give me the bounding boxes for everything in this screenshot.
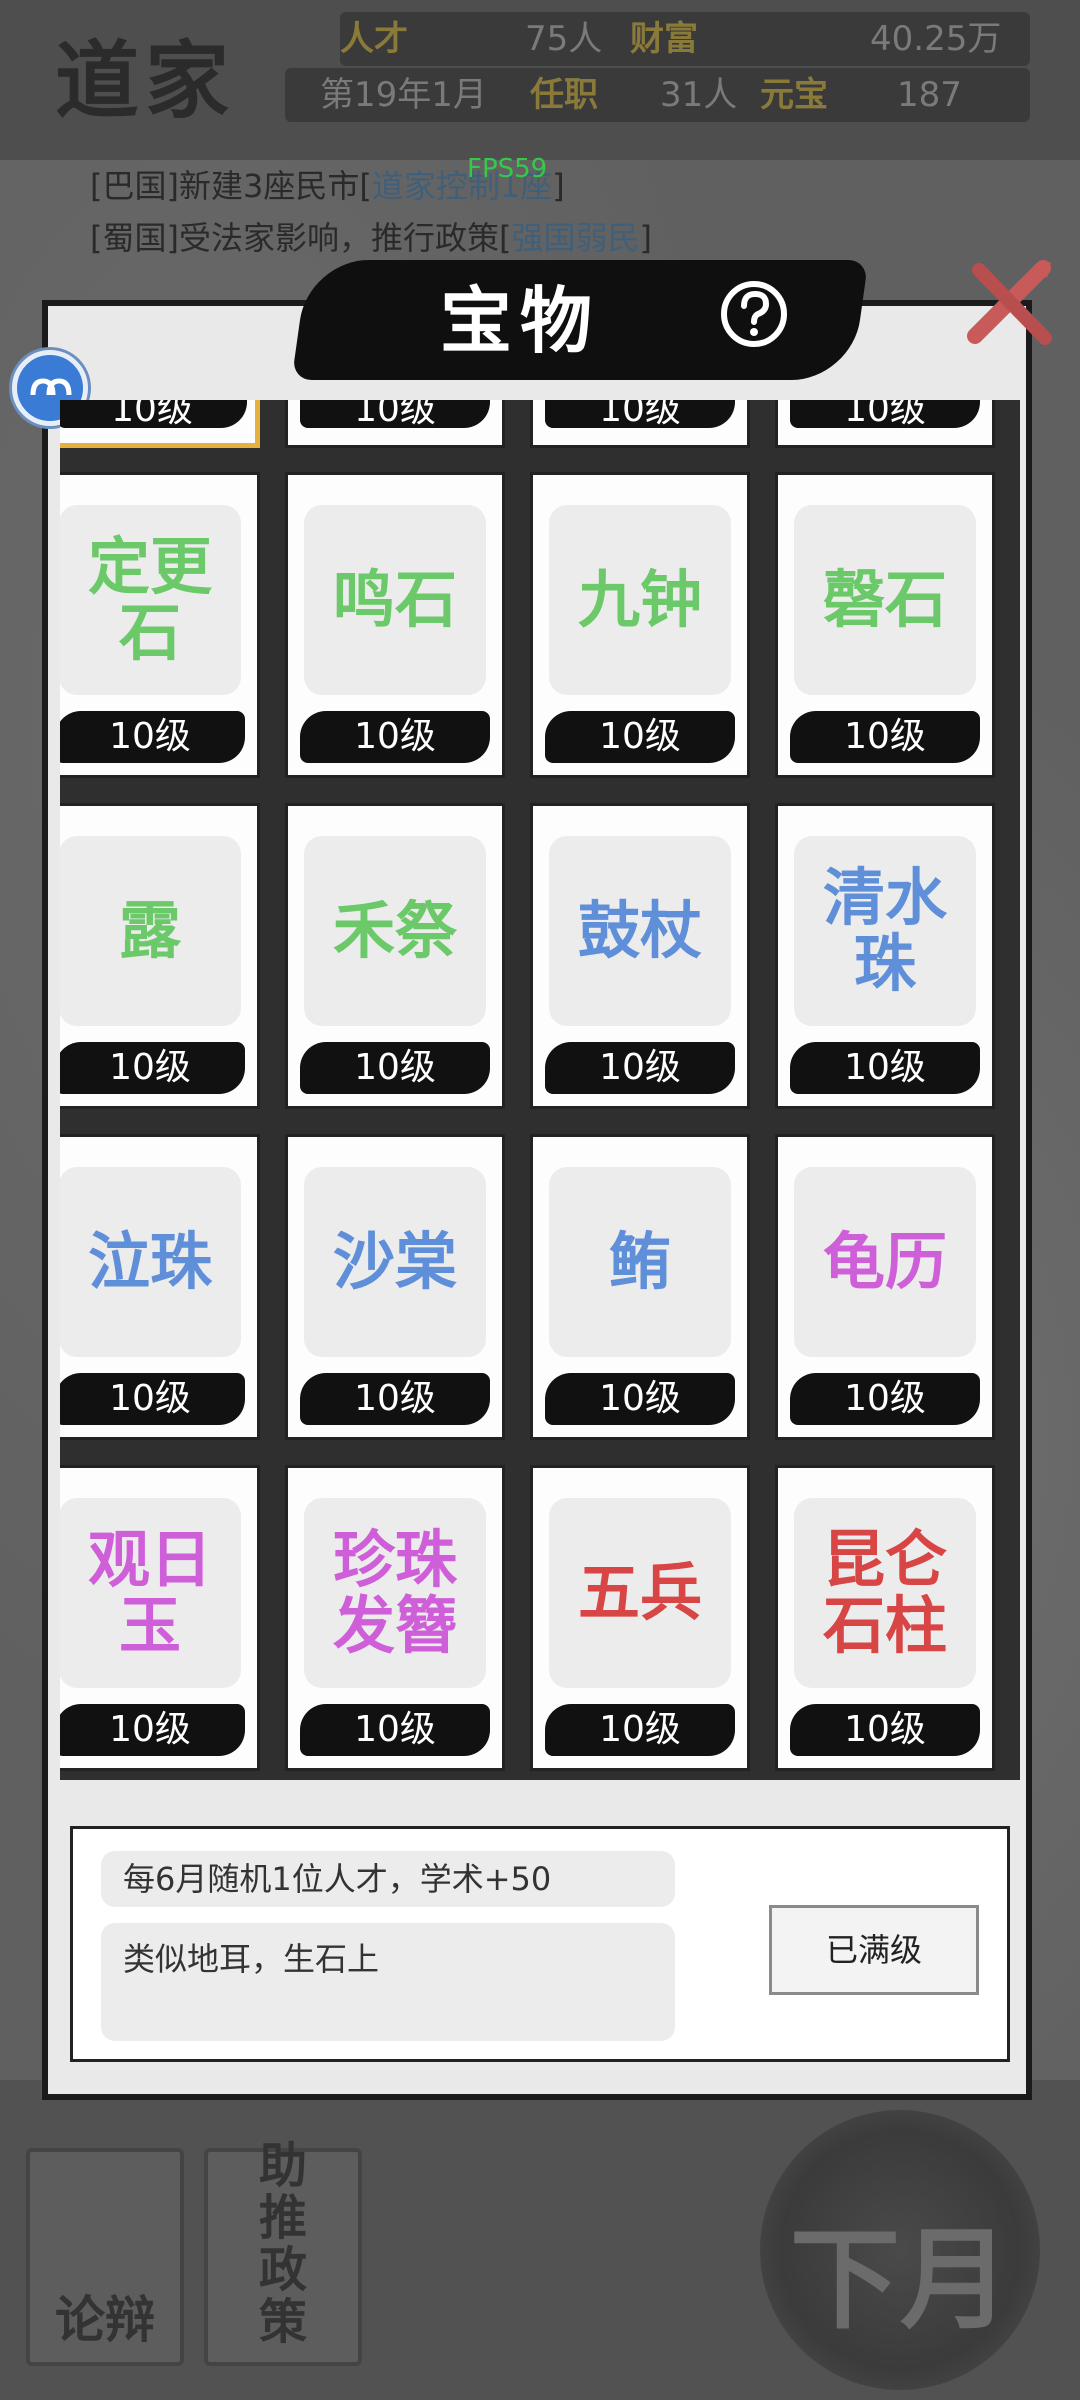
treasure-card[interactable]: 观日玉 10级 — [60, 1465, 260, 1771]
wealth-label: 财富 — [630, 19, 698, 59]
treasure-level: 10级 — [300, 400, 490, 428]
news-feed: [巴国]新建3座民市[道家控制1座] [蜀国]受法家影响，推行政策[强国弱民] — [90, 160, 1070, 264]
treasure-name: 昆仑石柱 — [794, 1498, 976, 1688]
treasure-card[interactable]: 清水珠 10级 — [775, 803, 995, 1109]
treasure-card[interactable]: 泣珠 10级 — [60, 1134, 260, 1440]
treasure-level: 10级 — [300, 711, 490, 763]
treasure-name: 鼓杖 — [549, 836, 731, 1026]
treasure-card[interactable]: 龟历 10级 — [775, 1134, 995, 1440]
max-level-button[interactable]: 已满级 — [769, 1905, 979, 1995]
next-month-button[interactable]: 下月 — [760, 2110, 1040, 2390]
ingot-label: 元宝 — [760, 75, 828, 115]
talent-label: 人才 — [340, 19, 408, 59]
treasure-level: 10级 — [790, 711, 980, 763]
treasure-name: 鸣石 — [304, 505, 486, 695]
talent-value: 75人 — [525, 19, 603, 59]
treasure-card[interactable]: 沙棠 10级 — [285, 1134, 505, 1440]
office-label: 任职 — [530, 75, 598, 115]
treasure-name: 露 — [60, 836, 241, 1026]
treasure-card[interactable]: 九钟 10级 — [530, 472, 750, 778]
treasure-name: 磬石 — [794, 505, 976, 695]
treasure-level: 10级 — [300, 1042, 490, 1094]
treasure-name: 禾祭 — [304, 836, 486, 1026]
news-item: [蜀国]受法家影响，推行政策[强国弱民] — [90, 219, 652, 257]
top-status-bar: 道家 人才 75人 财富 40.25万 第19年1月 任职 31人 元宝 187 — [0, 0, 1080, 160]
treasure-name: 定更石 — [60, 505, 241, 695]
treasure-name: 龟历 — [794, 1167, 976, 1357]
treasure-level: 10级 — [300, 1373, 490, 1425]
treasure-level: 10级 — [790, 1042, 980, 1094]
treasure-description: 类似地耳，生石上 — [101, 1923, 675, 2041]
treasure-level: 10级 — [60, 1704, 245, 1756]
ingot-value: 187 — [897, 75, 962, 115]
treasure-card[interactable]: 定更石 10级 — [60, 472, 260, 778]
treasure-level: 10级 — [790, 400, 980, 428]
treasure-name: 珍珠发簪 — [304, 1498, 486, 1688]
treasure-card[interactable]: 鼓杖 10级 — [530, 803, 750, 1109]
treasure-card[interactable]: 10级 — [60, 400, 260, 448]
treasure-card[interactable]: 珍珠发簪 10级 — [285, 1465, 505, 1771]
treasure-name: 沙棠 — [304, 1167, 486, 1357]
treasure-card[interactable]: 昆仑石柱 10级 — [775, 1465, 995, 1771]
policy-button[interactable]: 助推政策 — [204, 2140, 362, 2366]
help-icon[interactable] — [718, 278, 790, 350]
treasure-level: 10级 — [60, 400, 247, 428]
treasure-card[interactable]: 五兵 10级 — [530, 1465, 750, 1771]
news-item: [巴国]新建3座民市[道家控制1座] — [90, 167, 565, 205]
stat-row-1: 人才 75人 财富 40.25万 — [340, 12, 1030, 66]
office-value: 31人 — [660, 75, 738, 115]
treasure-level: 10级 — [545, 711, 735, 763]
treasure-card[interactable]: 磬石 10级 — [775, 472, 995, 778]
treasure-card[interactable]: 露 10级 — [60, 803, 260, 1109]
treasure-level: 10级 — [545, 400, 735, 428]
treasure-level: 10级 — [60, 1042, 245, 1094]
treasure-level: 10级 — [790, 1373, 980, 1425]
treasure-info-panel: 每6月随机1位人才，学术+50 类似地耳，生石上 已满级 — [70, 1826, 1010, 2062]
treasure-card[interactable]: 10级 — [285, 400, 505, 448]
treasure-name: 九钟 — [549, 505, 731, 695]
treasure-level: 10级 — [790, 1704, 980, 1756]
dialog-title: 宝物 — [440, 278, 601, 363]
treasure-name: 泣珠 — [60, 1167, 241, 1357]
treasure-level: 10级 — [545, 1704, 735, 1756]
treasure-name: 观日玉 — [60, 1498, 241, 1688]
treasure-name: 清水珠 — [794, 836, 976, 1026]
treasure-level: 10级 — [545, 1373, 735, 1425]
treasure-level: 10级 — [60, 711, 245, 763]
stat-row-2: 第19年1月 任职 31人 元宝 187 — [285, 68, 1030, 122]
treasure-card[interactable]: 鲔 10级 — [530, 1134, 750, 1440]
treasure-level: 10级 — [545, 1042, 735, 1094]
treasure-card[interactable]: 鸣石 10级 — [285, 472, 505, 778]
treasure-name: 五兵 — [549, 1498, 731, 1688]
faction-name: 道家 — [55, 31, 236, 130]
wealth-value: 40.25万 — [870, 19, 1002, 59]
treasure-effect: 每6月随机1位人才，学术+50 — [101, 1851, 675, 1907]
treasure-level: 10级 — [300, 1704, 490, 1756]
treasure-grid: 10级 10级 10级 10级 定更石 10级 鸣石 10级 九钟 10级 磬石 10级露 10级 禾祭 1… — [60, 400, 1020, 1780]
treasure-name: 鲔 — [549, 1167, 731, 1357]
treasure-card[interactable]: 10级 — [775, 400, 995, 448]
treasure-card[interactable]: 10级 — [530, 400, 750, 448]
close-icon[interactable] — [965, 258, 1055, 348]
treasure-card[interactable]: 禾祭 10级 — [285, 803, 505, 1109]
debate-button[interactable]: 论辩 — [26, 2148, 184, 2366]
treasure-level: 10级 — [60, 1373, 245, 1425]
fps-counter: FPS59 — [467, 154, 548, 184]
game-date: 第19年1月 — [320, 75, 487, 115]
